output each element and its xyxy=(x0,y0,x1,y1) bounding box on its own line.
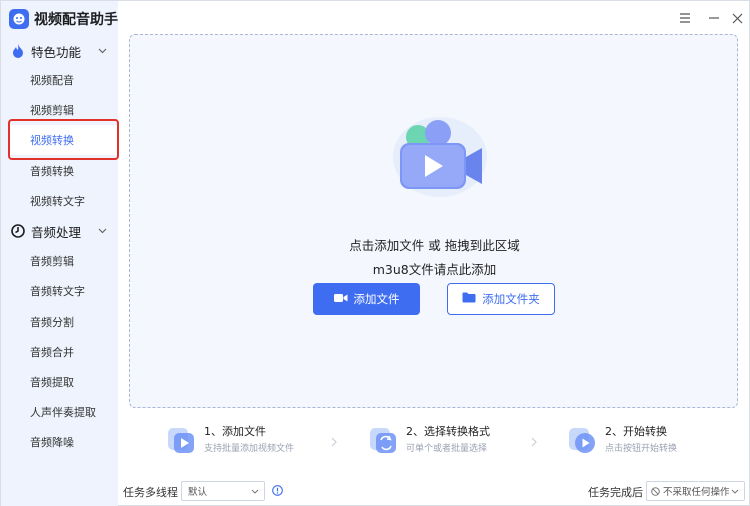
convert-format-step-icon xyxy=(368,425,398,455)
sidebar-item-label: 视频剪辑 xyxy=(30,104,74,117)
audio-clock-icon xyxy=(11,224,25,238)
after-task-label: 任务完成后 xyxy=(588,486,643,499)
step-desc: 可单个或者批量选择 xyxy=(406,444,488,454)
sidebar-item-label: 音频剪辑 xyxy=(30,255,74,268)
threads-select[interactable]: 默认 xyxy=(181,481,265,501)
chevron-down-icon xyxy=(97,46,107,56)
sidebar-item-video-convert[interactable]: 视频转换 xyxy=(9,125,118,155)
video-camera-icon xyxy=(333,292,348,306)
sidebar-item-audio-split[interactable]: 音频分割 xyxy=(9,307,118,337)
close-icon[interactable] xyxy=(730,11,744,25)
flame-icon xyxy=(11,44,25,58)
chevron-right-icon xyxy=(329,437,339,447)
sidebar-item-audio-denoise[interactable]: 音频降噪 xyxy=(9,427,118,457)
step-desc: 支持批量添加视频文件 xyxy=(204,444,295,454)
chevron-right-icon xyxy=(529,437,539,447)
sidebar-item-label: 音频降噪 xyxy=(30,436,74,449)
brand: 视频配音助手 xyxy=(9,9,118,29)
sidebar-item-vocal-extract[interactable]: 人声伴奏提取 xyxy=(9,397,118,427)
sidebar-item-video-dubbing[interactable]: 视频配音 xyxy=(9,65,118,95)
app-window: 视频配音助手 特色功能 视频配音 视频剪辑 视频转换 音频转换 视频转文字 音频… xyxy=(0,0,750,506)
step-add-file: 1、添加文件 支持批量添加视频文件 xyxy=(166,423,294,463)
sidebar-item-label: 视频转文字 xyxy=(30,195,85,208)
sidebar-item-label: 视频配音 xyxy=(30,74,74,87)
group-audio-processing[interactable]: 音频处理 xyxy=(11,221,107,241)
minimize-icon[interactable] xyxy=(707,11,721,25)
step-title: 1、添加文件 xyxy=(204,425,266,438)
sidebar-item-audio-merge[interactable]: 音频合并 xyxy=(9,337,118,367)
step-start-convert: 2、开始转换 点击按钮开始转换 xyxy=(567,423,677,463)
info-icon[interactable] xyxy=(272,485,283,496)
after-task-select[interactable]: 不采取任何操作 xyxy=(646,481,745,501)
step-title: 2、开始转换 xyxy=(605,425,667,438)
sidebar-item-label: 音频合并 xyxy=(30,346,74,359)
add-folder-button[interactable]: 添加文件夹 xyxy=(447,283,555,315)
threads-label: 任务多线程 xyxy=(123,486,178,499)
threads-value: 默认 xyxy=(188,487,208,498)
sidebar-item-label: 音频转文字 xyxy=(30,285,85,298)
drop-hint: 点击添加文件 或 拖拽到此区域 xyxy=(349,238,520,253)
sidebar-item-audio-to-text[interactable]: 音频转文字 xyxy=(9,276,118,306)
sidebar-item-label: 音频分割 xyxy=(30,316,74,329)
sidebar-item-label: 音频转换 xyxy=(30,165,74,178)
after-task-value: 不采取任何操作 xyxy=(663,487,730,498)
menu-icon[interactable] xyxy=(678,11,692,25)
start-convert-step-icon xyxy=(567,425,597,455)
sidebar: 视频配音助手 特色功能 视频配音 视频剪辑 视频转换 音频转换 视频转文字 音频… xyxy=(1,1,118,506)
step-choose-format: 2、选择转换格式 可单个或者批量选择 xyxy=(368,423,490,463)
sidebar-item-audio-extract[interactable]: 音频提取 xyxy=(9,367,118,397)
group-label: 音频处理 xyxy=(31,224,82,240)
sidebar-item-video-edit[interactable]: 视频剪辑 xyxy=(9,95,118,125)
sidebar-item-label: 音频提取 xyxy=(30,376,74,389)
step-desc: 点击按钮开始转换 xyxy=(605,444,678,454)
chevron-down-icon xyxy=(731,487,739,495)
sidebar-item-audio-edit[interactable]: 音频剪辑 xyxy=(9,246,118,276)
drop-zone[interactable]: 点击添加文件 或 拖拽到此区域 m3u8文件请点此添加 添加文件 添加文件夹 xyxy=(129,34,738,408)
folder-icon xyxy=(462,292,476,306)
chevron-down-icon xyxy=(251,487,259,495)
sidebar-item-audio-convert[interactable]: 音频转换 xyxy=(9,156,118,186)
sidebar-item-video-to-text[interactable]: 视频转文字 xyxy=(9,186,118,216)
app-title: 视频配音助手 xyxy=(34,12,118,28)
group-featured[interactable]: 特色功能 xyxy=(11,41,107,61)
add-file-label: 添加文件 xyxy=(353,292,400,306)
sidebar-item-label: 人声伴奏提取 xyxy=(30,406,96,419)
video-camera-illustration-icon xyxy=(382,115,492,205)
no-action-icon xyxy=(651,486,660,496)
sidebar-item-label: 视频转换 xyxy=(30,134,74,147)
add-file-step-icon xyxy=(166,425,196,455)
add-folder-label: 添加文件夹 xyxy=(482,292,540,306)
chevron-down-icon xyxy=(97,226,107,236)
step-title: 2、选择转换格式 xyxy=(406,425,490,438)
add-file-button[interactable]: 添加文件 xyxy=(313,283,420,315)
app-logo-icon xyxy=(9,9,29,29)
m3u8-hint[interactable]: m3u8文件请点此添加 xyxy=(130,259,739,278)
group-label: 特色功能 xyxy=(31,44,82,60)
